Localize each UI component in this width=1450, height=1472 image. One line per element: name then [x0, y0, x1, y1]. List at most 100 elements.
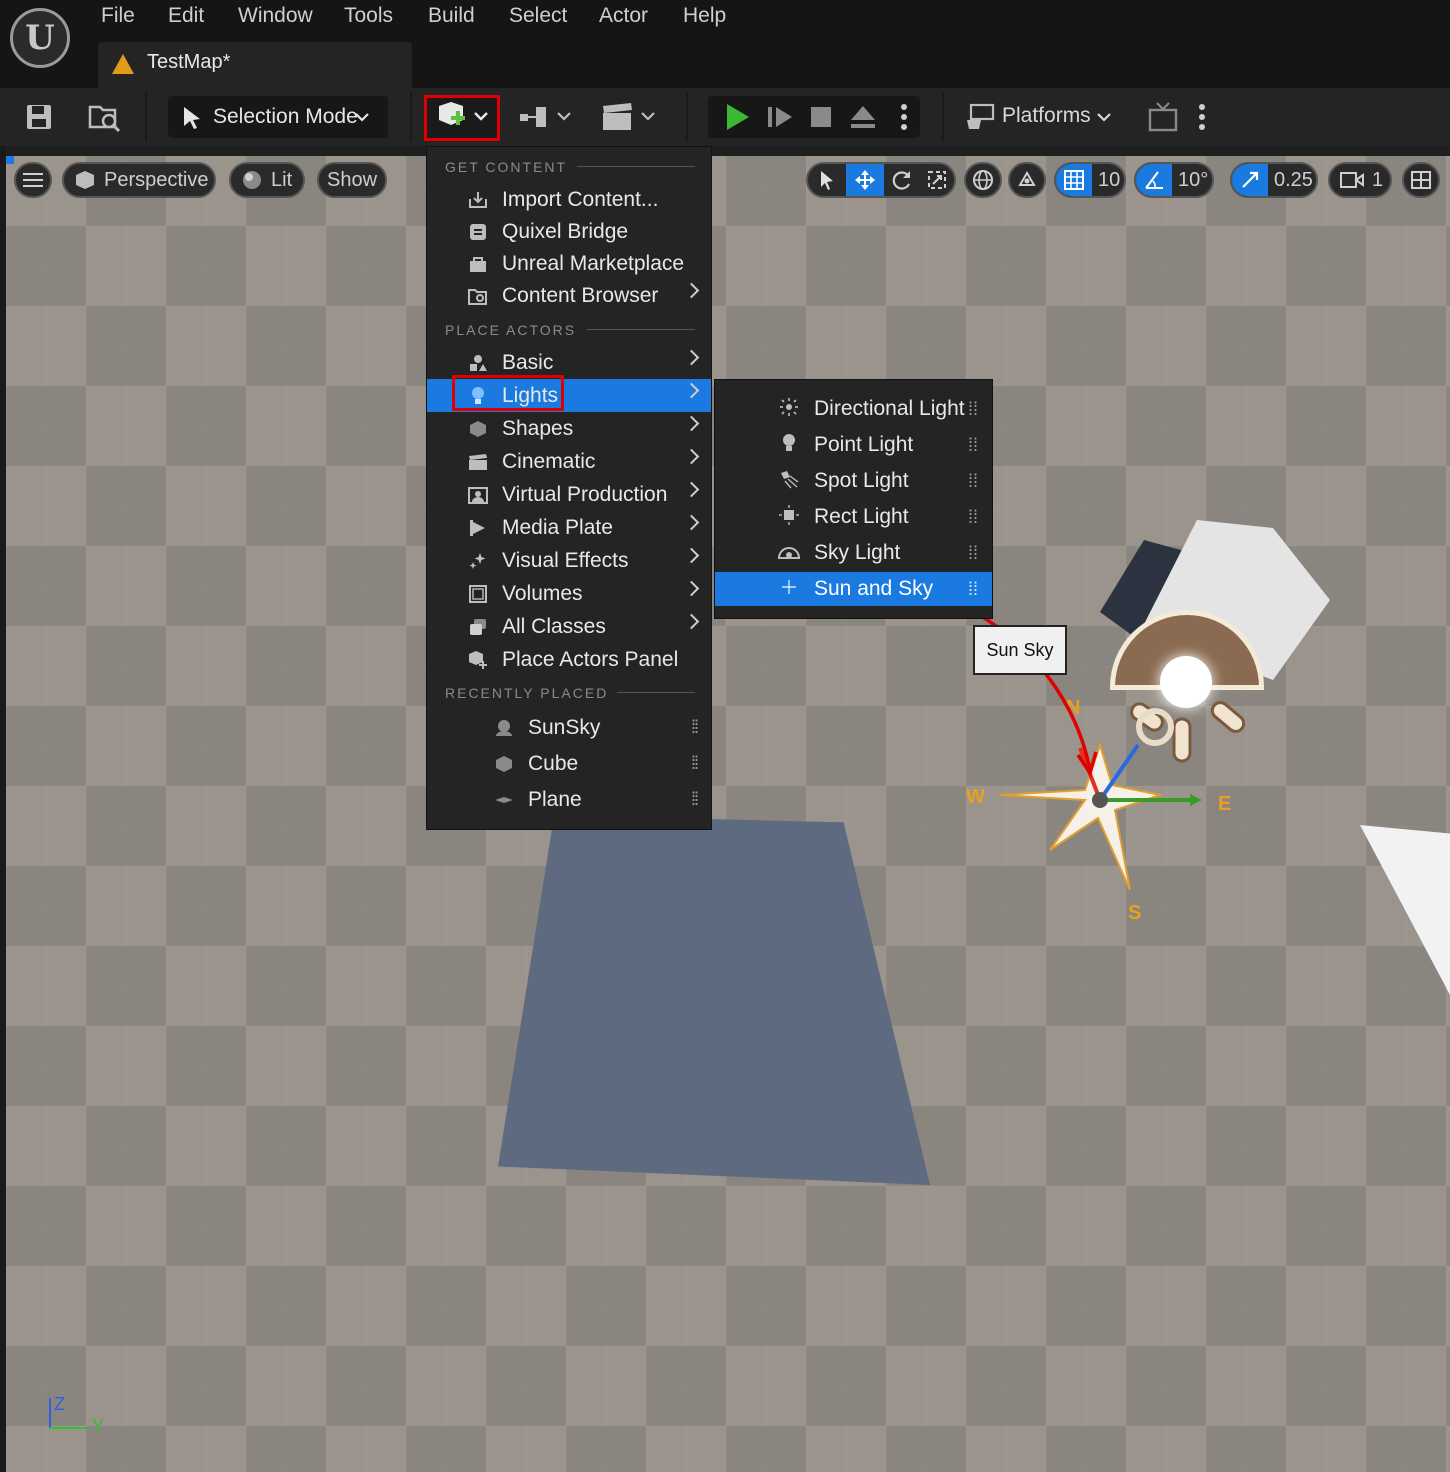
menu-import-content[interactable]: Import Content...: [427, 183, 711, 216]
selection-mode-icon: [184, 107, 200, 129]
menu-visual-effects[interactable]: Visual Effects: [427, 544, 711, 577]
content-browser-icon: [467, 286, 489, 306]
menu-item-label: Cube: [528, 751, 579, 775]
drag-handle-icon[interactable]: ⁞⁞: [968, 543, 978, 564]
surface-snap-toggle[interactable]: [1008, 162, 1046, 198]
plane-icon: [493, 790, 515, 810]
drag-handle-icon[interactable]: ⁞⁞: [968, 399, 978, 420]
menu-recent-sunsky[interactable]: SunSky ⁞⁞: [427, 711, 711, 744]
blueprint-dropdown[interactable]: [518, 100, 574, 134]
submenu-item-label: Sun and Sky: [814, 577, 934, 600]
menu-cinematic[interactable]: Cinematic: [427, 445, 711, 478]
submenu-directional-light[interactable]: Directional Light ⁞⁞: [715, 392, 992, 426]
play-icon[interactable]: [720, 100, 754, 134]
add-actor-menu: GET CONTENT Import Content... Quixel Bri…: [426, 146, 712, 830]
menu-unreal-marketplace[interactable]: Unreal Marketplace: [427, 247, 711, 280]
drag-handle-icon[interactable]: ⁞⁞: [691, 753, 699, 774]
world-local-toggle[interactable]: [964, 162, 1002, 198]
menu-file[interactable]: File: [101, 4, 135, 28]
compass-east-label: E: [1218, 793, 1232, 815]
rotation-snap-value[interactable]: 10°: [1178, 169, 1208, 192]
globe-icon: [973, 170, 993, 190]
browse-content-icon[interactable]: [86, 100, 124, 134]
all-classes-icon: [467, 617, 489, 637]
lit-button[interactable]: Lit: [229, 162, 305, 198]
menu-select[interactable]: Select: [509, 4, 567, 28]
chevron-right-icon: [683, 448, 700, 465]
menu-build[interactable]: Build: [428, 4, 475, 28]
sun-and-sky-icon: [778, 579, 800, 600]
menu-actor[interactable]: Actor: [599, 4, 648, 28]
menu-edit[interactable]: Edit: [168, 4, 204, 28]
more-options-icon[interactable]: [1192, 100, 1212, 134]
menu-tools[interactable]: Tools: [344, 4, 393, 28]
menu-virtual-production[interactable]: Virtual Production: [427, 478, 711, 511]
scale-snap[interactable]: 0.25: [1230, 162, 1318, 198]
viewport-options-button[interactable]: [14, 162, 52, 198]
chevron-right-icon: [683, 580, 700, 597]
submenu-spot-light[interactable]: Spot Light ⁞⁞: [715, 464, 992, 498]
show-button[interactable]: Show: [317, 162, 387, 198]
grid-snap[interactable]: 10: [1054, 162, 1126, 198]
menu-all-classes[interactable]: All Classes: [427, 610, 711, 643]
menu-quixel-bridge[interactable]: Quixel Bridge: [427, 215, 711, 248]
unreal-logo-icon[interactable]: U: [10, 8, 70, 68]
rotation-snap[interactable]: 10°: [1134, 162, 1214, 198]
menu-recent-cube[interactable]: Cube ⁞⁞: [427, 747, 711, 780]
section-get-content: GET CONTENT: [445, 159, 568, 175]
shapes-cube-icon: [467, 419, 489, 439]
menu-media-plate[interactable]: Media Plate: [427, 511, 711, 544]
eject-icon[interactable]: [846, 100, 880, 134]
selection-mode-dropdown[interactable]: Selection Mode: [168, 96, 388, 138]
menu-shapes[interactable]: Shapes: [427, 412, 711, 445]
platforms-dropdown[interactable]: Platforms: [1002, 104, 1091, 128]
blueprint-icon: [520, 107, 571, 127]
save-icon[interactable]: [22, 100, 56, 134]
submenu-rect-light[interactable]: Rect Light ⁞⁞: [715, 500, 992, 534]
drag-handle-icon[interactable]: ⁞⁞: [968, 435, 978, 456]
settings-tv-icon[interactable]: [1146, 100, 1182, 134]
chevron-right-icon: [683, 382, 700, 399]
grid-snap-value[interactable]: 10: [1098, 169, 1120, 192]
submenu-item-label: Rect Light: [814, 505, 909, 528]
selection-mode-label: Selection Mode: [213, 105, 358, 128]
chevron-down-icon: [1097, 113, 1111, 122]
rotation-snap-icon[interactable]: [1136, 164, 1172, 196]
move-tool-icon[interactable]: [846, 164, 884, 196]
submenu-sun-and-sky[interactable]: Sun and Sky ⁞⁞: [715, 572, 992, 606]
camera-speed-button[interactable]: 1: [1328, 162, 1392, 198]
drag-handle-icon[interactable]: ⁞⁞: [968, 579, 978, 600]
select-tool-icon[interactable]: [808, 169, 846, 191]
level-tab-title: TestMap*: [147, 51, 231, 73]
drag-handle-icon[interactable]: ⁞⁞: [691, 717, 699, 738]
drag-handle-icon[interactable]: ⁞⁞: [968, 507, 978, 528]
cinematics-dropdown[interactable]: [600, 100, 658, 134]
advance-frame-icon[interactable]: [764, 100, 798, 134]
viewport-layout-button[interactable]: [1402, 162, 1440, 198]
menu-window[interactable]: Window: [238, 4, 313, 28]
level-tab[interactable]: [98, 42, 412, 88]
volume-icon: [467, 584, 489, 604]
menu-content-browser[interactable]: Content Browser: [427, 279, 711, 312]
sparkles-icon: [467, 551, 489, 571]
scale-snap-icon[interactable]: [1232, 164, 1268, 196]
level-icon: [112, 54, 134, 74]
drag-handle-icon[interactable]: ⁞⁞: [968, 471, 978, 492]
submenu-point-light[interactable]: Point Light ⁞⁞: [715, 428, 992, 462]
menu-place-actors-panel[interactable]: Place Actors Panel: [427, 643, 711, 676]
perspective-label: Perspective: [104, 168, 209, 191]
rotate-tool-icon[interactable]: [884, 169, 920, 191]
menu-help[interactable]: Help: [683, 4, 726, 28]
submenu-sky-light[interactable]: Sky Light ⁞⁞: [715, 536, 992, 570]
add-actor-button[interactable]: [424, 95, 500, 141]
perspective-button[interactable]: Perspective: [62, 162, 216, 198]
menu-volumes[interactable]: Volumes: [427, 577, 711, 610]
lit-sphere-icon: [243, 171, 261, 189]
scale-tool-icon[interactable]: [920, 170, 954, 190]
play-options-icon[interactable]: [892, 100, 916, 134]
menu-recent-plane[interactable]: Plane ⁞⁞: [427, 783, 711, 816]
scale-snap-value[interactable]: 0.25: [1274, 169, 1313, 192]
drag-handle-icon[interactable]: ⁞⁞: [691, 789, 699, 810]
stop-icon[interactable]: [806, 100, 836, 134]
grid-snap-icon[interactable]: [1056, 164, 1092, 196]
